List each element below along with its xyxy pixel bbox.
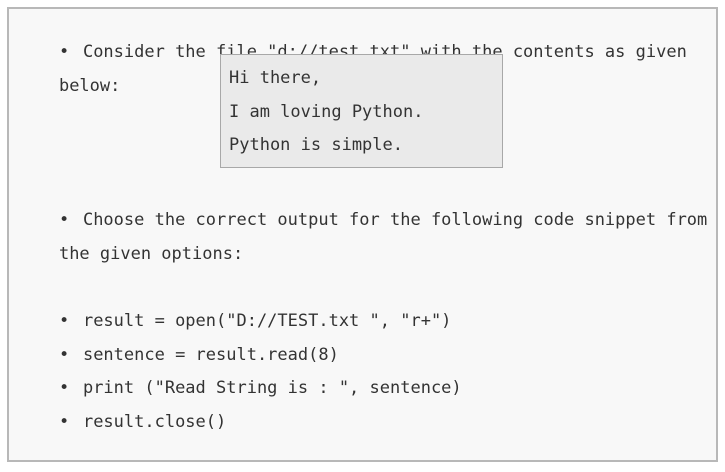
bullet-icon: • — [58, 412, 70, 432]
code-text-4: result.close() — [82, 412, 227, 432]
file-line-1: Hi there, — [229, 68, 322, 88]
question-card: • Consider the file "d://test.txt" with t… — [7, 7, 718, 462]
question-line-2: the given options: — [18, 221, 243, 287]
question-text-2: the given options: — [58, 244, 244, 264]
file-line-2: I am loving Python. — [229, 102, 424, 122]
intro-line-2: below: — [18, 53, 120, 119]
code-line-4: • result.close() — [18, 389, 226, 455]
file-contents-box: Hi there, I am loving Python. Python is … — [220, 54, 503, 168]
intro-text-2: below: — [58, 76, 121, 96]
file-line-3: Python is simple. — [229, 135, 403, 155]
